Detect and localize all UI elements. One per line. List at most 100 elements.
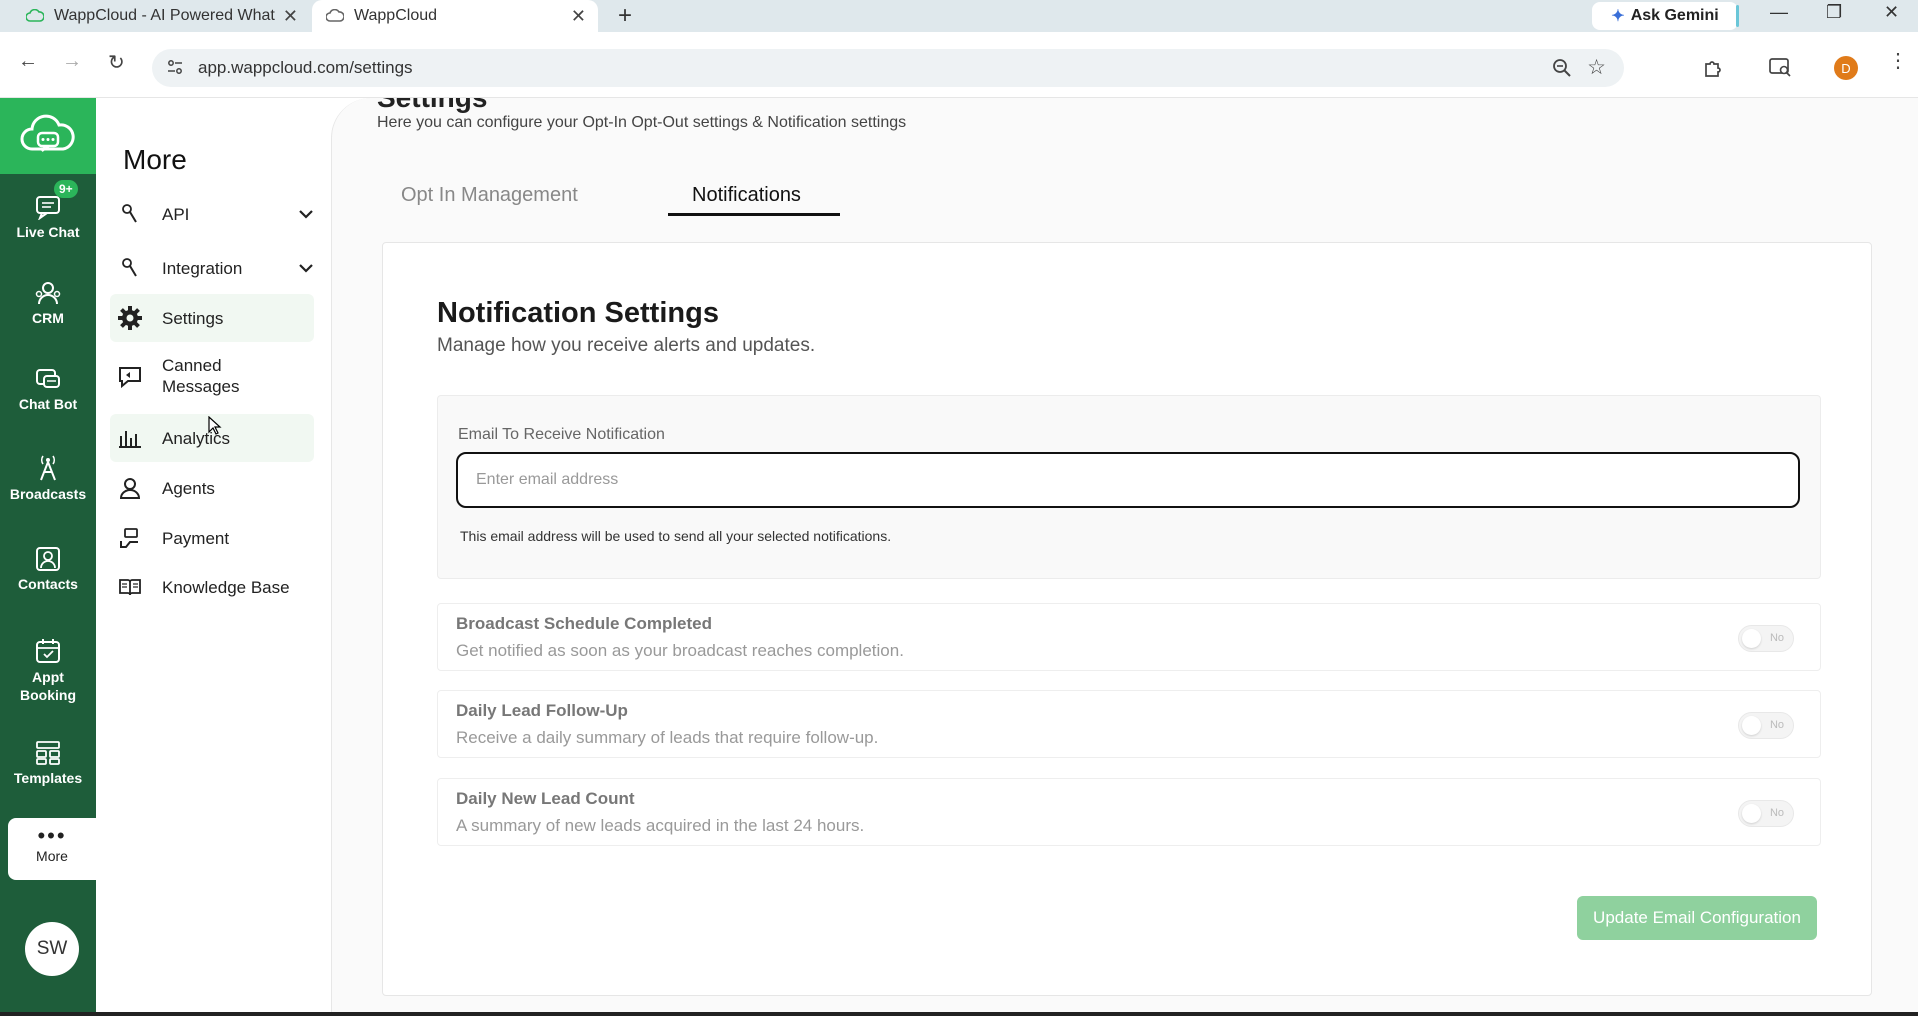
menu-item-label: Payment: [162, 528, 230, 548]
url-text[interactable]: app.wappcloud.com/settings: [198, 58, 413, 78]
app-rail: 9+ Live Chat CRM Chat Bot Broadcasts Con…: [0, 98, 96, 1016]
menu-item-agents[interactable]: Agents: [110, 466, 314, 510]
menu-item-canned-messages[interactable]: Canned Messages: [110, 350, 314, 402]
close-tab-icon[interactable]: ✕: [571, 6, 586, 27]
card-title: Notification Settings: [437, 297, 719, 329]
browser-toolbar: ← → ↻ app.wappcloud.com/settings ☆ D ⋮: [0, 32, 1918, 98]
rail-item-broadcasts[interactable]: Broadcasts: [0, 452, 96, 502]
rail-item-label: Contacts: [18, 576, 78, 592]
minimize-icon[interactable]: —: [1770, 2, 1788, 23]
menu-item-integration[interactable]: Integration: [110, 246, 314, 290]
notification-title: Daily New Lead Count: [456, 789, 635, 808]
canned-messages-icon: [110, 364, 150, 388]
rail-item-templates[interactable]: Templates: [0, 740, 96, 786]
browser-tab-title: WappCloud: [354, 7, 438, 24]
ask-gemini-label: Ask Gemini: [1630, 7, 1719, 24]
email-config-section: Email To Receive Notification This email…: [437, 395, 1821, 579]
profile-avatar[interactable]: D: [1834, 56, 1858, 80]
rail-item-label: Templates: [13, 770, 83, 786]
main-content: Settings Here you can configure your Opt…: [331, 98, 1918, 1016]
menu-item-knowledge-base[interactable]: Knowledge Base: [110, 564, 314, 610]
gear-icon: [110, 305, 150, 331]
reload-icon[interactable]: ↻: [108, 50, 125, 75]
restore-icon[interactable]: ❐: [1826, 2, 1842, 23]
email-field-label: Email To Receive Notification: [458, 426, 665, 443]
address-bar[interactable]: app.wappcloud.com/settings ☆: [152, 49, 1624, 87]
broadcast-icon: [40, 455, 56, 481]
gemini-sparkle-icon: ✦: [1611, 8, 1625, 25]
toggle-label: No: [1769, 719, 1784, 731]
crm-icon: [35, 282, 61, 305]
browser-menu-icon[interactable]: ⋮: [1888, 48, 1908, 73]
rail-item-label: Chat Bot: [18, 396, 78, 412]
menu-item-api[interactable]: API: [110, 192, 314, 236]
notification-settings-card: Notification Settings Manage how you rec…: [382, 242, 1872, 996]
agents-icon: [110, 476, 150, 500]
menu-item-settings[interactable]: Settings: [110, 294, 314, 342]
user-avatar[interactable]: SW: [25, 922, 79, 976]
taskbar-edge: [0, 1012, 1918, 1016]
rail-item-label: Live Chat: [16, 224, 80, 240]
mouse-cursor-icon: [208, 416, 222, 435]
rail-item-more[interactable]: ••• More: [8, 818, 96, 880]
tab-search-icon[interactable]: [1768, 56, 1792, 83]
notification-row: Daily New Lead Count A summary of new le…: [437, 778, 1821, 846]
tab-notifications[interactable]: Notifications: [692, 184, 801, 207]
browser-tab-bar: WappCloud - AI Powered What ✕ WappCloud …: [0, 0, 1918, 32]
calendar-icon: [36, 639, 60, 663]
chevron-down-icon[interactable]: [298, 204, 314, 224]
menu-item-label: Canned Messages: [162, 356, 240, 396]
menu-item-label: Settings: [162, 308, 224, 328]
notification-row: Daily Lead Follow-Up Receive a daily sum…: [437, 690, 1821, 758]
menu-item-payment[interactable]: Payment: [110, 516, 314, 560]
rail-item-chat-bot[interactable]: Chat Bot: [0, 366, 96, 412]
rail-item-crm[interactable]: CRM: [0, 280, 96, 326]
rail-item-label: CRM: [32, 310, 64, 326]
browser-tab-active[interactable]: WappCloud ✕: [312, 0, 598, 32]
extensions-icon[interactable]: [1702, 56, 1724, 83]
site-info-icon[interactable]: [166, 58, 184, 81]
more-dots-icon: •••: [37, 823, 67, 848]
menu-item-label: API: [162, 204, 190, 224]
wappcloud-favicon-icon: [326, 7, 344, 25]
email-field[interactable]: [456, 452, 1800, 508]
notification-toggle[interactable]: No: [1738, 712, 1794, 739]
new-tab-icon[interactable]: +: [618, 2, 632, 30]
toggle-knob: [1742, 629, 1761, 648]
toggle-knob: [1742, 804, 1761, 823]
notification-toggle[interactable]: No: [1738, 800, 1794, 827]
toggle-label: No: [1769, 632, 1784, 644]
rail-item-label: Broadcasts: [9, 486, 87, 502]
tab-opt-in-management[interactable]: Opt In Management: [401, 184, 578, 207]
integration-icon: [110, 257, 150, 279]
update-email-configuration-button[interactable]: Update Email Configuration: [1577, 896, 1817, 940]
notification-row: Broadcast Schedule Completed Get notifie…: [437, 603, 1821, 671]
close-tab-icon[interactable]: ✕: [283, 6, 298, 27]
active-tab-indicator: [668, 213, 840, 216]
analytics-icon: [110, 428, 150, 448]
back-icon[interactable]: ←: [18, 50, 38, 73]
menu-title: More: [123, 144, 187, 175]
toggle-knob: [1742, 716, 1761, 735]
notification-toggle[interactable]: No: [1738, 625, 1794, 652]
rail-item-appt-booking[interactable]: Appt Booking: [0, 638, 96, 704]
close-window-icon[interactable]: ✕: [1884, 2, 1899, 23]
browser-tab-title: WappCloud - AI Powered What: [54, 7, 275, 24]
payment-icon: [110, 527, 150, 549]
wappcloud-logo[interactable]: [0, 98, 96, 174]
menu-item-label: Knowledge Base: [162, 577, 290, 597]
zoom-icon[interactable]: [1552, 58, 1572, 83]
contacts-icon: [36, 547, 60, 571]
browser-tab[interactable]: WappCloud - AI Powered What ✕: [12, 0, 310, 32]
ask-gemini-button[interactable]: ✦ Ask Gemini: [1592, 2, 1738, 30]
chevron-down-icon[interactable]: [298, 258, 314, 278]
bookmark-star-icon[interactable]: ☆: [1587, 55, 1606, 80]
rail-item-label: More: [36, 848, 68, 864]
page-subtitle: Here you can configure your Opt-In Opt-O…: [377, 114, 907, 131]
rail-item-live-chat[interactable]: 9+ Live Chat: [0, 180, 96, 240]
notification-description: Receive a daily summary of leads that re…: [456, 728, 879, 747]
notification-badge: 9+: [54, 180, 78, 198]
page-title: Settings: [377, 98, 487, 114]
forward-icon[interactable]: →: [62, 50, 82, 73]
rail-item-contacts[interactable]: Contacts: [0, 546, 96, 592]
